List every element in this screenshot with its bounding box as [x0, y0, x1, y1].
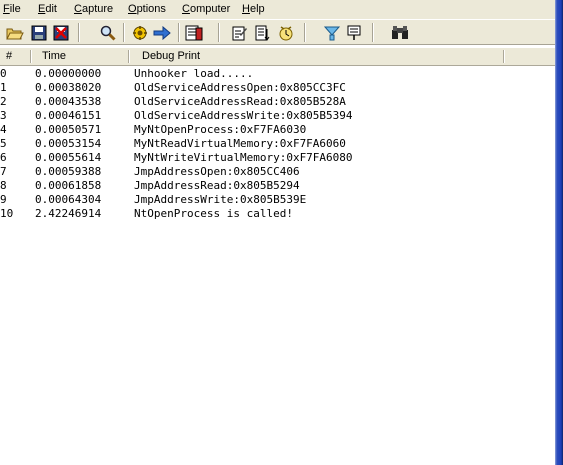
- column-header-debug-print[interactable]: Debug Print: [136, 48, 496, 65]
- row-number: 0: [0, 67, 7, 80]
- column-header-time[interactable]: Time: [36, 48, 128, 65]
- list-item[interactable]: 4 0.00050571 MyNtOpenProcess:0xF7FA6030: [0, 123, 555, 137]
- column-header-number[interactable]: #: [0, 48, 30, 65]
- row-number: 9: [0, 193, 7, 206]
- clock-icon[interactable]: [276, 23, 296, 42]
- row-time: 0.00046151: [35, 109, 102, 122]
- row-time: 0.00064304: [35, 193, 102, 206]
- row-message: MyNtOpenProcess:0xF7FA6030: [134, 123, 307, 136]
- row-time: 0.00055614: [35, 151, 102, 164]
- save-icon[interactable]: [29, 23, 49, 42]
- row-number: 7: [0, 165, 7, 178]
- toolbar: [0, 19, 555, 45]
- autoscroll-icon[interactable]: [152, 23, 172, 42]
- highlight-icon[interactable]: [322, 23, 342, 42]
- list-item[interactable]: 6 0.00055614 MyNtWriteVirtualMemory:0xF7FA…: [0, 151, 555, 165]
- list-item[interactable]: 9 0.00064304 JmpAddressWrite:0x805B539E: [0, 193, 555, 207]
- row-time: 0.00050571: [35, 123, 102, 136]
- toolbar-separator: [218, 23, 220, 42]
- row-number: 4: [0, 123, 7, 136]
- row-number: 5: [0, 137, 7, 150]
- column-divider[interactable]: [503, 50, 505, 63]
- list-item[interactable]: 2 0.00043538 OldServiceAddressRead:0x805B5…: [0, 95, 555, 109]
- menu-file[interactable]: File: [3, 3, 21, 15]
- row-message: MyNtReadVirtualMemory:0xF7FA6060: [134, 137, 346, 150]
- row-number: 3: [0, 109, 7, 122]
- menu-capture[interactable]: Capture: [74, 3, 113, 15]
- row-number: 1: [0, 81, 7, 94]
- row-number: 2: [0, 95, 7, 108]
- menu-help[interactable]: Help: [242, 3, 265, 15]
- list-item[interactable]: 3 0.00046151 OldServiceAddressWrite:0x805B…: [0, 109, 555, 123]
- row-time: 0.00043538: [35, 95, 102, 108]
- row-number: 10: [0, 207, 14, 220]
- column-divider[interactable]: [30, 50, 32, 63]
- column-divider[interactable]: [128, 50, 130, 63]
- toolbar-separator: [372, 23, 374, 42]
- clear-icon[interactable]: [51, 23, 71, 42]
- row-message: OldServiceAddressOpen:0x805CC3FC: [134, 81, 346, 94]
- binoculars-icon[interactable]: [390, 23, 410, 42]
- menu-options[interactable]: Options: [128, 3, 166, 15]
- list-item[interactable]: 0 0.00000000 Unhooker load.....: [0, 67, 555, 81]
- list-item[interactable]: 8 0.00061858 JmpAddressRead:0x805B5294: [0, 179, 555, 193]
- history-icon[interactable]: [184, 23, 204, 42]
- row-time: 0.00059388: [35, 165, 102, 178]
- list-item[interactable]: 5 0.00053154 MyNtReadVirtualMemory:0xF7FA6…: [0, 137, 555, 151]
- row-message: JmpAddressWrite:0x805B539E: [134, 193, 307, 206]
- row-message: OldServiceAddressWrite:0x805B5394: [134, 109, 353, 122]
- filter-icon[interactable]: [253, 23, 273, 42]
- list-header: # Time Debug Print: [0, 48, 555, 66]
- menu-bar: File Edit Capture Options Computer Help: [0, 0, 555, 19]
- options-icon[interactable]: [230, 23, 250, 42]
- find-icon[interactable]: [98, 23, 118, 42]
- row-time: 0.00061858: [35, 179, 102, 192]
- row-message: NtOpenProcess is called!: [134, 207, 293, 220]
- row-message: Unhooker load.....: [134, 67, 254, 80]
- row-message: MyNtWriteVirtualMemory:0xF7FA6080: [134, 151, 353, 164]
- list-item[interactable]: 1 0.00038020 OldServiceAddressOpen:0x805CC…: [0, 81, 555, 95]
- open-icon[interactable]: [5, 23, 25, 42]
- window-border: [555, 0, 563, 465]
- toolbar-separator: [78, 23, 80, 42]
- menu-computer[interactable]: Computer: [182, 3, 230, 15]
- row-time: 2.42246914: [35, 207, 102, 220]
- pin-icon[interactable]: [344, 23, 364, 42]
- menu-edit[interactable]: Edit: [38, 3, 57, 15]
- toolbar-separator: [123, 23, 125, 42]
- list-item[interactable]: 10 2.42246914 NtOpenProcess is called!: [0, 207, 555, 221]
- list-item[interactable]: 7 0.00059388 JmpAddressOpen:0x805CC406: [0, 165, 555, 179]
- row-time: 0.00000000: [35, 67, 102, 80]
- row-time: 0.00038020: [35, 81, 102, 94]
- row-number: 8: [0, 179, 7, 192]
- row-message: JmpAddressRead:0x805B5294: [134, 179, 300, 192]
- row-message: JmpAddressOpen:0x805CC406: [134, 165, 300, 178]
- row-time: 0.00053154: [35, 137, 102, 150]
- toolbar-separator: [304, 23, 306, 42]
- capture-icon[interactable]: [130, 23, 150, 42]
- toolbar-separator: [178, 23, 180, 42]
- row-number: 6: [0, 151, 7, 164]
- debug-list[interactable]: 0 0.00000000 Unhooker load..... 1 0.0003802…: [0, 67, 555, 221]
- row-message: OldServiceAddressRead:0x805B528A: [134, 95, 346, 108]
